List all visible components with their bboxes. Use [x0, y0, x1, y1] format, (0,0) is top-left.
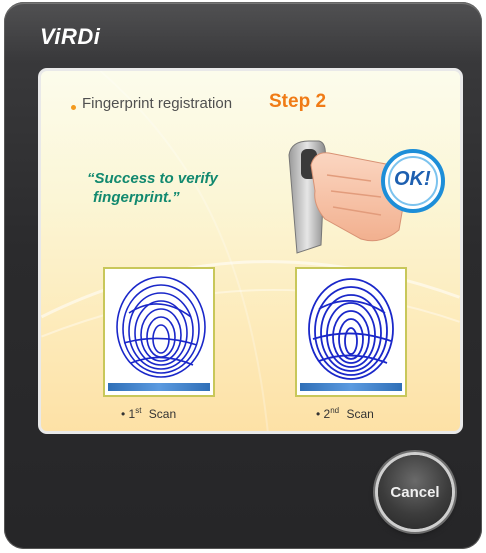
second-scan-image [295, 267, 407, 397]
title-bullet [71, 105, 76, 110]
scan-quality-bar [108, 383, 210, 391]
finger-scanner-illustration [288, 140, 445, 254]
fingerprint-icon [308, 278, 394, 380]
cancel-button-label: Cancel [390, 483, 440, 501]
ok-badge: OK! [394, 168, 431, 190]
registration-panel: Fingerprint registration Step 2 “Success… [38, 68, 463, 434]
fingerprint-icon [116, 276, 206, 378]
status-message: “Success to verify fingerprint.” [87, 169, 287, 207]
registration-window: ViRDi Fingerprint registration Step 2 “S… [4, 2, 482, 549]
cancel-button[interactable]: Cancel [378, 455, 452, 529]
first-scan-label: • 1st Scan [121, 406, 177, 421]
scan-quality-bar [300, 383, 402, 391]
step-indicator: Step 2 [269, 91, 327, 112]
status-message-line2: fingerprint.” [93, 189, 180, 206]
second-scan-label: • 2nd Scan [316, 406, 374, 421]
virdi-logo: ViRDi [40, 24, 101, 49]
first-scan-image [103, 267, 215, 397]
status-message-line1: “Success to verify [87, 170, 218, 187]
panel-title: Fingerprint registration [82, 95, 233, 112]
